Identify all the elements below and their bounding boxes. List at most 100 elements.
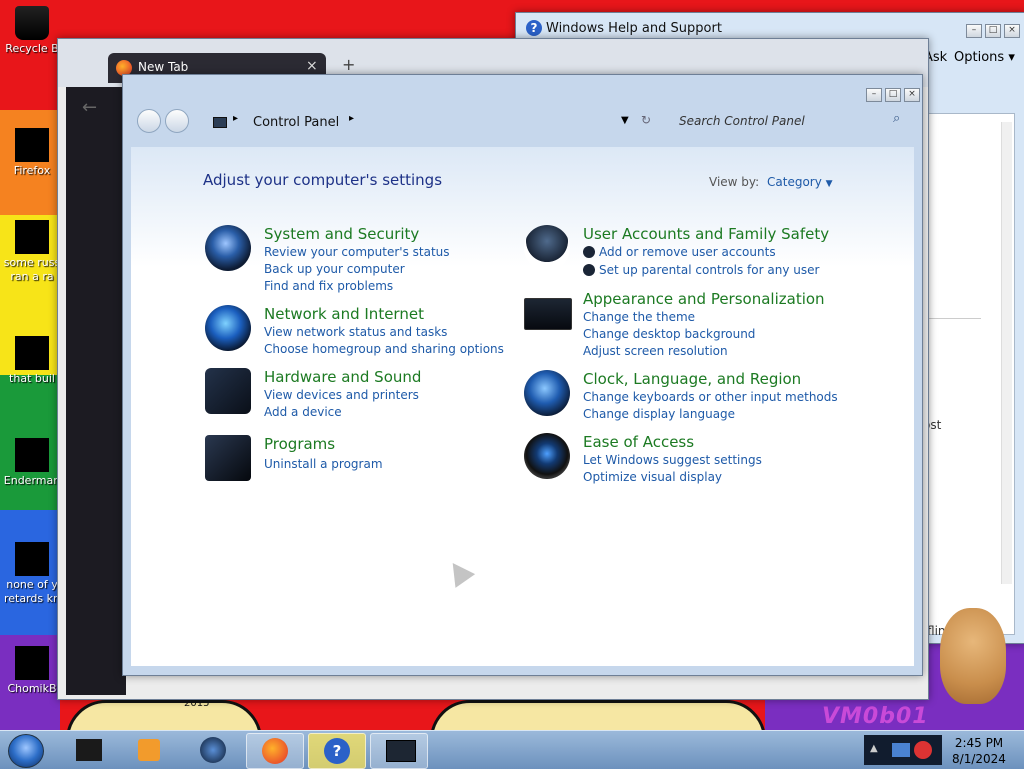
clock-globe-icon bbox=[524, 370, 570, 416]
view-by-dropdown[interactable]: Category ▼ bbox=[767, 175, 833, 189]
maximize-button[interactable]: □ bbox=[885, 88, 901, 102]
search-input[interactable]: Search Control Panel ⌕ bbox=[673, 109, 909, 133]
category-link[interactable]: Choose homegroup and sharing options bbox=[264, 342, 504, 356]
category-title[interactable]: Ease of Access bbox=[583, 433, 694, 451]
options-button[interactable]: Options ▾ bbox=[954, 50, 1015, 65]
category-link[interactable]: Optimize visual display bbox=[583, 470, 722, 484]
breadcrumb-control-panel[interactable]: Control Panel bbox=[253, 115, 339, 130]
category-title[interactable]: System and Security bbox=[264, 225, 419, 243]
category-title[interactable]: Clock, Language, and Region bbox=[583, 370, 801, 388]
category-link[interactable]: Find and fix problems bbox=[264, 279, 393, 293]
category-link[interactable]: Change keyboards or other input methods bbox=[583, 390, 838, 404]
taskbar-control-panel[interactable] bbox=[370, 733, 428, 769]
hamster-image bbox=[940, 608, 1006, 704]
tray-expand-icon[interactable]: ▲ bbox=[870, 743, 878, 754]
view-by-label: View by: bbox=[709, 175, 760, 189]
desktop-icon-recycle-bin[interactable]: Recycle B bbox=[2, 6, 62, 56]
media-player-icon bbox=[138, 739, 160, 761]
maximize-button[interactable]: □ bbox=[985, 24, 1001, 38]
start-button[interactable] bbox=[8, 734, 44, 768]
category-title[interactable]: Appearance and Personalization bbox=[583, 290, 825, 308]
globe-icon bbox=[200, 737, 226, 763]
scrollbar[interactable] bbox=[1001, 122, 1012, 584]
taskbar-app-3[interactable] bbox=[184, 733, 240, 767]
shield-globe-icon bbox=[205, 225, 251, 271]
forward-button[interactable] bbox=[165, 109, 189, 133]
category-title[interactable]: Programs bbox=[264, 435, 335, 453]
taskbar-help[interactable]: ? bbox=[308, 733, 366, 769]
desktop-icon-label-line2: ran a ra bbox=[10, 270, 54, 283]
back-arrow-icon[interactable]: ← bbox=[82, 97, 97, 118]
search-placeholder: Search Control Panel bbox=[679, 114, 805, 128]
category-link[interactable]: View devices and printers bbox=[264, 388, 419, 402]
desktop-icon-file-1[interactable]: some russ ran a ra bbox=[2, 220, 62, 284]
desktop-icon-firefox[interactable]: Firefox bbox=[2, 128, 62, 178]
category-title[interactable]: Network and Internet bbox=[264, 305, 424, 323]
new-tab-button[interactable]: + bbox=[342, 55, 355, 74]
category-title[interactable]: Hardware and Sound bbox=[264, 368, 421, 386]
firefox-icon bbox=[15, 128, 49, 162]
taskbar-app-1[interactable] bbox=[60, 733, 116, 767]
taskbar-media-player[interactable] bbox=[120, 733, 176, 767]
wallpaper-text: VM0b01 bbox=[822, 704, 929, 729]
desktop-icon-file-3[interactable]: none of y retards kn bbox=[2, 542, 62, 606]
category-link[interactable]: Let Windows suggest settings bbox=[583, 453, 762, 467]
category-link[interactable]: View network status and tasks bbox=[264, 325, 447, 339]
globe-network-icon bbox=[205, 305, 251, 351]
desktop-icon-file-2[interactable]: that buil bbox=[2, 336, 62, 386]
chevron-down-icon: ▼ bbox=[825, 179, 833, 189]
search-icon[interactable]: ⌕ bbox=[893, 111, 900, 126]
desktop-icon-label: Enderman bbox=[3, 474, 61, 487]
wallpaper-shape bbox=[66, 700, 262, 730]
mouse-cursor-icon bbox=[442, 556, 476, 588]
clock-time: 2:45 PM bbox=[954, 736, 1004, 750]
desktop-icon-label: that buil bbox=[9, 372, 55, 385]
desktop-icon-label: ChomikB bbox=[7, 682, 57, 695]
volume-icon[interactable] bbox=[914, 741, 932, 759]
desktop-icon-video[interactable]: Enderman bbox=[2, 438, 62, 488]
category-link[interactable]: Add or remove user accounts bbox=[599, 245, 776, 259]
desktop-icon-label: Recycle B bbox=[5, 42, 59, 55]
programs-icon bbox=[205, 435, 251, 481]
tab-title: New Tab bbox=[138, 60, 189, 74]
close-tab-icon[interactable]: × bbox=[306, 58, 318, 74]
hamster-icon bbox=[15, 646, 49, 680]
category-link[interactable]: Change the theme bbox=[583, 310, 695, 324]
category-title[interactable]: User Accounts and Family Safety bbox=[583, 225, 829, 243]
close-button[interactable]: × bbox=[904, 88, 920, 102]
category-link[interactable]: Back up your computer bbox=[264, 262, 405, 276]
taskbar: ? ▲ 2:45 PM 8/1/2024 bbox=[0, 730, 1024, 769]
back-button[interactable] bbox=[137, 109, 161, 133]
category-link[interactable]: Change desktop background bbox=[583, 327, 755, 341]
monitor-icon bbox=[524, 298, 572, 330]
help-icon: ? bbox=[324, 738, 350, 764]
users-icon bbox=[524, 225, 570, 271]
minimize-button[interactable]: – bbox=[966, 24, 982, 38]
breadcrumb-separator-icon[interactable]: ▸ bbox=[233, 113, 238, 124]
page-title: Adjust your computer's settings bbox=[203, 171, 443, 189]
desktop-icon-label: some russ bbox=[3, 256, 61, 269]
history-dropdown-icon[interactable]: ▼ bbox=[621, 115, 629, 126]
help-window-controls: – □ × bbox=[963, 21, 1020, 38]
category-link[interactable]: Adjust screen resolution bbox=[583, 344, 728, 358]
category-link[interactable]: Change display language bbox=[583, 407, 735, 421]
control-panel-window: – □ × ▸ Control Panel ▸ ▼ ↻ Search Control… bbox=[122, 74, 923, 676]
category-link[interactable]: Uninstall a program bbox=[264, 457, 383, 471]
shield-icon bbox=[583, 246, 595, 258]
close-button[interactable]: × bbox=[1004, 24, 1020, 38]
divider bbox=[923, 318, 981, 319]
category-link[interactable]: Set up parental controls for any user bbox=[599, 263, 819, 277]
desktop-icon-hamster[interactable]: ChomikB bbox=[2, 646, 62, 696]
video-icon bbox=[15, 438, 49, 472]
app-icon bbox=[76, 739, 102, 761]
network-icon[interactable] bbox=[892, 743, 910, 757]
breadcrumb-separator-icon[interactable]: ▸ bbox=[349, 113, 354, 124]
desktop-icon-label: none of y bbox=[6, 578, 58, 591]
recycle-bin-icon bbox=[15, 6, 49, 40]
taskbar-firefox[interactable] bbox=[246, 733, 304, 769]
category-link[interactable]: Review your computer's status bbox=[264, 245, 450, 259]
refresh-icon[interactable]: ↻ bbox=[641, 113, 651, 127]
category-link[interactable]: Add a device bbox=[264, 405, 342, 419]
clock[interactable]: 2:45 PM 8/1/2024 bbox=[944, 735, 1014, 767]
minimize-button[interactable]: – bbox=[866, 88, 882, 102]
